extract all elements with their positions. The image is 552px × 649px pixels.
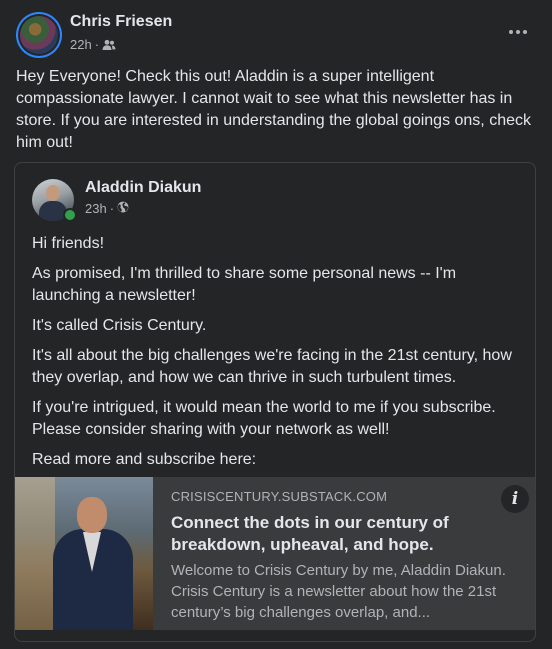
post-timestamp[interactable]: 22h xyxy=(70,37,92,52)
shared-paragraph: It's called Crisis Century. xyxy=(32,317,207,334)
online-status-indicator xyxy=(63,208,77,222)
shared-post-timestamp[interactable]: 23h xyxy=(85,201,107,216)
shared-paragraph: If you're intrigued, it would mean the w… xyxy=(32,399,496,438)
author-name[interactable]: Chris Friesen xyxy=(70,13,172,31)
shared-paragraph: Hi friends! xyxy=(32,235,105,252)
link-description: Welcome to Crisis Century by me, Aladdin… xyxy=(171,562,506,621)
link-preview-text[interactable]: CRISISCENTURY.SUBSTACK.COM Connect the d… xyxy=(153,477,535,630)
shared-paragraph: As promised, I'm thrilled to share some … xyxy=(32,265,457,304)
post-meta: 22h · xyxy=(70,37,116,52)
more-options-button[interactable] xyxy=(506,22,530,42)
globe-icon xyxy=(117,201,129,216)
link-preview-image[interactable] xyxy=(15,477,153,630)
link-title[interactable]: Connect the dots in our century of break… xyxy=(171,512,519,556)
link-preview-card[interactable]: CRISISCENTURY.SUBSTACK.COM Connect the d… xyxy=(15,477,535,630)
shared-paragraph: Read more and subscribe here: xyxy=(32,451,257,468)
link-domain: CRISISCENTURY.SUBSTACK.COM xyxy=(171,489,388,504)
shared-post-body: Hi friends! As promised, I'm thrilled to… xyxy=(32,233,527,479)
shared-post-meta: 23h · xyxy=(85,201,129,216)
author-avatar[interactable] xyxy=(16,12,62,58)
info-icon[interactable]: i xyxy=(501,485,529,513)
shared-paragraph: It's all about the big challenges we're … xyxy=(32,347,512,386)
friends-icon[interactable] xyxy=(102,39,116,51)
post-text: Hey Everyone! Check this out! Aladdin is… xyxy=(16,68,531,151)
facebook-post: Chris Friesen 22h · Hey Everyone! Check … xyxy=(0,0,552,649)
shared-author-name[interactable]: Aladdin Diakun xyxy=(85,179,201,197)
shared-post[interactable]: Aladdin Diakun 23h · Hi friends! As prom… xyxy=(14,162,536,642)
